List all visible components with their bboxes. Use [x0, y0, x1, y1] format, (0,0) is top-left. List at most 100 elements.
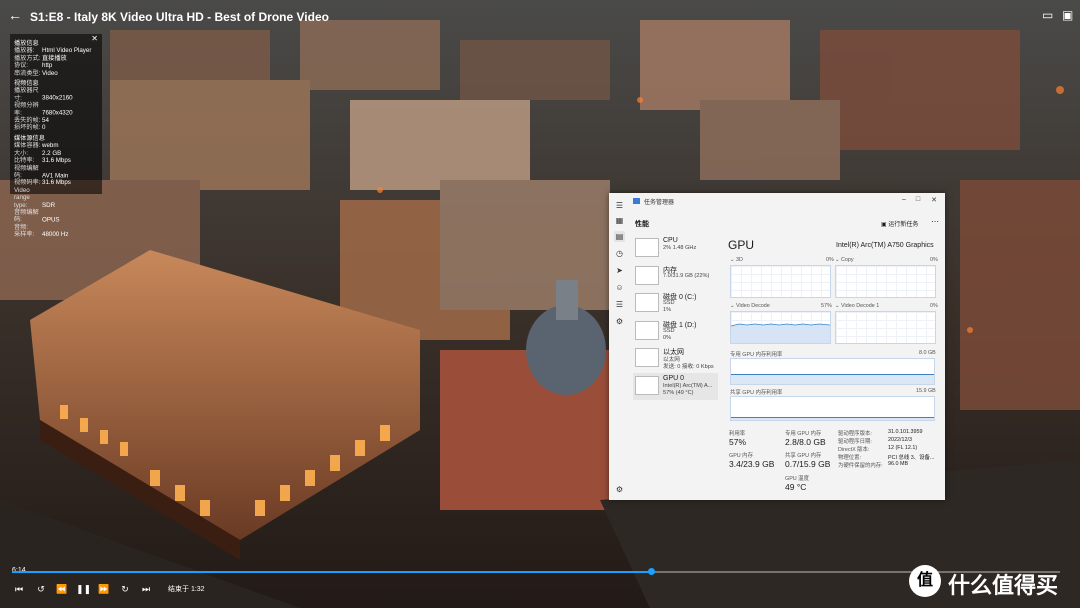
info-value: Html Video Player	[42, 47, 92, 55]
next-track-icon[interactable]: ⏭	[139, 583, 153, 595]
previous-track-icon[interactable]: ⏮	[12, 583, 26, 595]
graph-3d[interactable]	[730, 265, 831, 298]
services-icon[interactable]: ⚙	[614, 316, 625, 327]
info-row: Video range type: SDR	[14, 187, 98, 209]
rewind-icon[interactable]: ⏪	[55, 583, 69, 595]
graph-label-copy: ⌄ Copy	[835, 257, 854, 263]
fullscreen-icon[interactable]: ▣	[1062, 9, 1076, 21]
graph-dedicated-memory[interactable]	[730, 358, 935, 385]
app-history-icon[interactable]: ◷	[614, 248, 625, 259]
info-value: 3840x2160	[42, 94, 73, 102]
info-key: Video range type:	[14, 186, 30, 209]
seek-thumb[interactable]	[647, 568, 655, 575]
minimize-icon[interactable]: –	[899, 196, 909, 203]
device-item[interactable]: 磁盘 1 (D:) SSD 0%	[633, 318, 718, 345]
maximize-icon[interactable]: □	[913, 196, 923, 203]
detail-value: 96.0 MB	[888, 461, 909, 467]
seek-bar[interactable]	[12, 568, 1060, 575]
info-value: 31.6 Mbps	[42, 157, 71, 165]
device-thumbnail	[635, 320, 659, 340]
graph-shared-memory[interactable]	[730, 396, 935, 421]
gpu-title: GPU	[728, 238, 755, 252]
forward-icon[interactable]: ↻	[118, 583, 132, 595]
util-label: 利用率	[729, 431, 746, 437]
dedicated-mem-max: 8.0 GB	[919, 350, 936, 356]
device-item[interactable]: 内存 7.0/31.9 GB (22%)	[633, 263, 718, 290]
performance-icon[interactable]: ▤	[614, 231, 625, 242]
graph-label-video-decode-1: ⌄ Video Decode 1	[835, 303, 880, 309]
info-row: 损坏的帧: 0	[14, 124, 98, 131]
graph-video-decode[interactable]	[730, 311, 831, 344]
info-value: 2.2 GB	[42, 149, 62, 157]
device-item[interactable]: CPU 2% 1.48 GHz	[633, 235, 718, 262]
device-thumbnail	[635, 375, 659, 395]
info-key: 音频编解码:	[14, 208, 39, 224]
shared-mem-stat-label: 共享 GPU 内存	[785, 453, 822, 459]
dedicated-mem-stat-label: 专用 GPU 内存	[785, 431, 822, 437]
watermark-logo: 值	[909, 565, 941, 597]
info-row: 播放器: Html Video Player	[14, 47, 98, 54]
device-thumbnail	[635, 293, 659, 312]
info-key: 视频编解码:	[14, 164, 39, 179]
watermark-text: 什么值得买	[948, 573, 1059, 598]
device-item[interactable]: GPU 0 Intel(R) Arc(TM) A... 57% (49 °C)	[633, 372, 718, 400]
info-value: 0	[42, 124, 46, 132]
info-row: 视频码率: 31.6 Mbps	[14, 179, 98, 186]
info-value: OPUS	[42, 216, 60, 224]
graph-copy[interactable]	[835, 265, 936, 298]
detail-value: 31.0.101.3959	[888, 429, 923, 435]
graph-label-video-decode: ⌄ Video Decode	[730, 303, 770, 309]
graph-pct-video-decode-1: 0%	[930, 303, 938, 309]
graph-label-3d: ⌄ 3D	[730, 257, 743, 263]
back-arrow-icon[interactable]: ←	[8, 7, 24, 23]
device-sub2: 0%	[663, 334, 672, 341]
cast-icon[interactable]: ▭	[1042, 9, 1056, 21]
info-key: 比特率:	[14, 157, 35, 165]
close-window-icon[interactable]: ✕	[929, 196, 939, 204]
info-value: http	[42, 62, 53, 70]
shared-mem-stat-value: 0.7/15.9 GB	[785, 459, 831, 469]
gpu-model: Intel(R) Arc(TM) A750 Graphics	[836, 242, 934, 249]
details-icon[interactable]: ☰	[614, 299, 625, 310]
info-value: webm	[42, 142, 59, 150]
graph-pct-copy: 0%	[930, 257, 938, 263]
video-title: S1:E8 - Italy 8K Video Ultra HD - Best o…	[30, 10, 329, 24]
info-key: 协议:	[14, 62, 29, 70]
info-value: AV1 Main	[42, 171, 69, 179]
info-value: 7680x4320	[42, 109, 73, 117]
info-row: 协议: http	[14, 62, 98, 69]
device-sub2: 发送: 0 接收: 0 Kbps	[663, 364, 714, 370]
device-item[interactable]: 以太网 以太网 发送: 0 接收: 0 Kbps	[633, 345, 718, 372]
run-new-task-button[interactable]: ▣ 运行新任务	[881, 219, 918, 228]
users-icon[interactable]: ☺	[614, 282, 625, 293]
task-manager-app-icon	[633, 198, 640, 204]
info-key: 采样率:	[14, 231, 35, 239]
detail-key: DirectX 版本:	[838, 447, 870, 453]
info-value: 48000 Hz	[42, 231, 69, 239]
replay-icon[interactable]: ↺	[34, 583, 48, 595]
info-row: 音频编解码: OPUS	[14, 209, 98, 224]
device-name: GPU 0	[663, 374, 685, 382]
more-options-icon[interactable]: ⋯	[931, 217, 939, 226]
hamburger-menu-icon[interactable]: ☰	[614, 200, 625, 211]
pause-icon[interactable]: ❚❚	[76, 583, 91, 595]
fast-forward-icon[interactable]: ⏩	[97, 583, 111, 595]
graph-video-decode-1[interactable]	[835, 311, 936, 344]
window-title: 任务管理器	[644, 200, 675, 206]
processes-icon[interactable]: ▦	[614, 215, 625, 226]
detail-key: 驱动程序日期:	[838, 439, 872, 445]
settings-icon[interactable]: ⚙	[614, 484, 625, 495]
detail-key: 驱动程序版本:	[838, 431, 872, 437]
device-item[interactable]: 磁盘 0 (C:) SSD 1%	[633, 290, 718, 317]
info-value: 54	[42, 117, 49, 125]
info-key: 视频码率:	[14, 179, 41, 187]
close-icon[interactable]: ✕	[91, 34, 98, 42]
info-value: 31.6 Mbps	[42, 179, 71, 187]
info-row: 视频分辨率: 7680x4320	[14, 102, 98, 117]
task-manager-window: 任务管理器 – □ ✕ ☰ ▦ ▤ ◷ ➤ ☺ ☰ ⚙ ⚙ 性能 ▣ 运行新任务…	[609, 193, 945, 500]
task-manager-titlebar[interactable]: 任务管理器 – □ ✕	[609, 193, 945, 209]
startup-apps-icon[interactable]: ➤	[614, 265, 625, 276]
device-sub: SSD	[663, 300, 675, 306]
device-thumbnail	[635, 265, 659, 285]
device-sub: SSD	[663, 327, 675, 334]
